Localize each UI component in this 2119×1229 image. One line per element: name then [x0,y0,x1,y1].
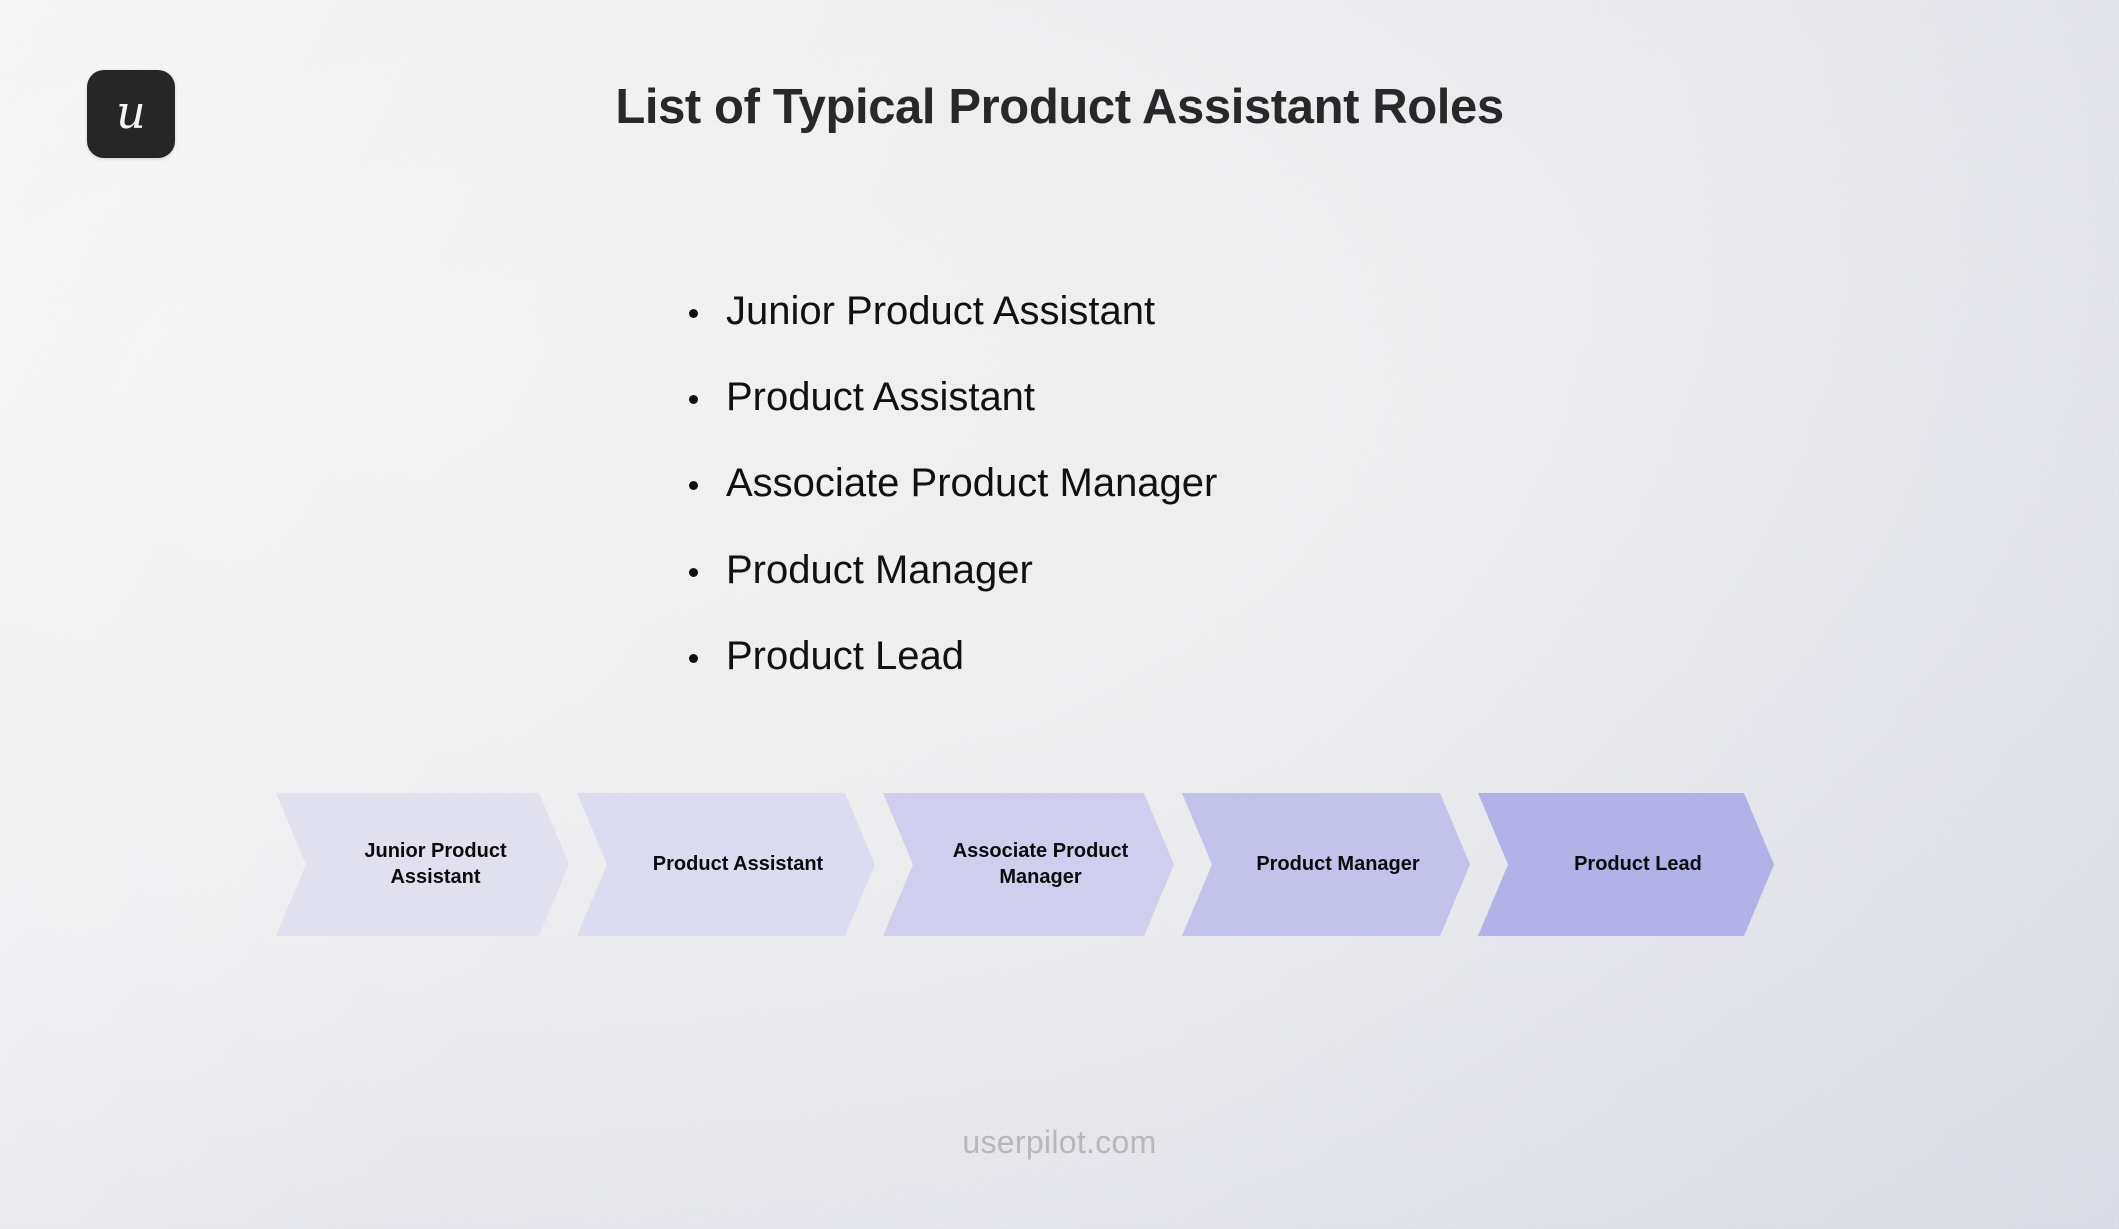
list-item-label: Product Manager [726,547,1033,592]
logo-glyph-u: u [116,85,146,139]
chevron-step-label: Junior Product Assistant [364,839,507,888]
list-item-label: Associate Product Manager [726,461,1218,506]
page-title: List of Typical Product Assistant Roles [615,80,1504,134]
chevron-step-label: Product Assistant [652,852,824,875]
list-item-label: Junior Product Assistant [726,289,1156,333]
chevron-step-label: Associate Product Manager [952,839,1129,888]
list-item: Associate Product Manager [683,460,1217,507]
slide-canvas: u List of Typical Product Assistant Role… [0,0,2119,1229]
career-progression-chevron-diagram: Junior Product Assistant Product Assista… [276,793,1842,936]
chevron-step-4: Product Manager [1182,793,1470,936]
chevron-step-3: Associate Product Manager [883,793,1174,936]
chevron-step-label: Product Manager [1256,852,1420,875]
chevron-step-5: Product Lead [1478,793,1774,936]
list-item: Junior Product Assistant [683,288,1217,335]
list-item-label: Product Assistant [726,375,1036,420]
chevron-step-label: Product Lead [1574,852,1702,875]
userpilot-logo: u [87,70,175,158]
chevron-step-1: Junior Product Assistant [276,793,569,936]
chevron-step-2: Product Assistant [577,793,875,936]
list-item: Product Manager [683,547,1217,594]
list-item: Product Assistant [683,374,1217,421]
list-item: Product Lead [683,633,1217,680]
footer-watermark: userpilot.com [962,1124,1157,1160]
roles-bullet-list: Junior Product Assistant Product Assista… [683,288,1217,680]
list-item-label: Product Lead [726,633,964,678]
